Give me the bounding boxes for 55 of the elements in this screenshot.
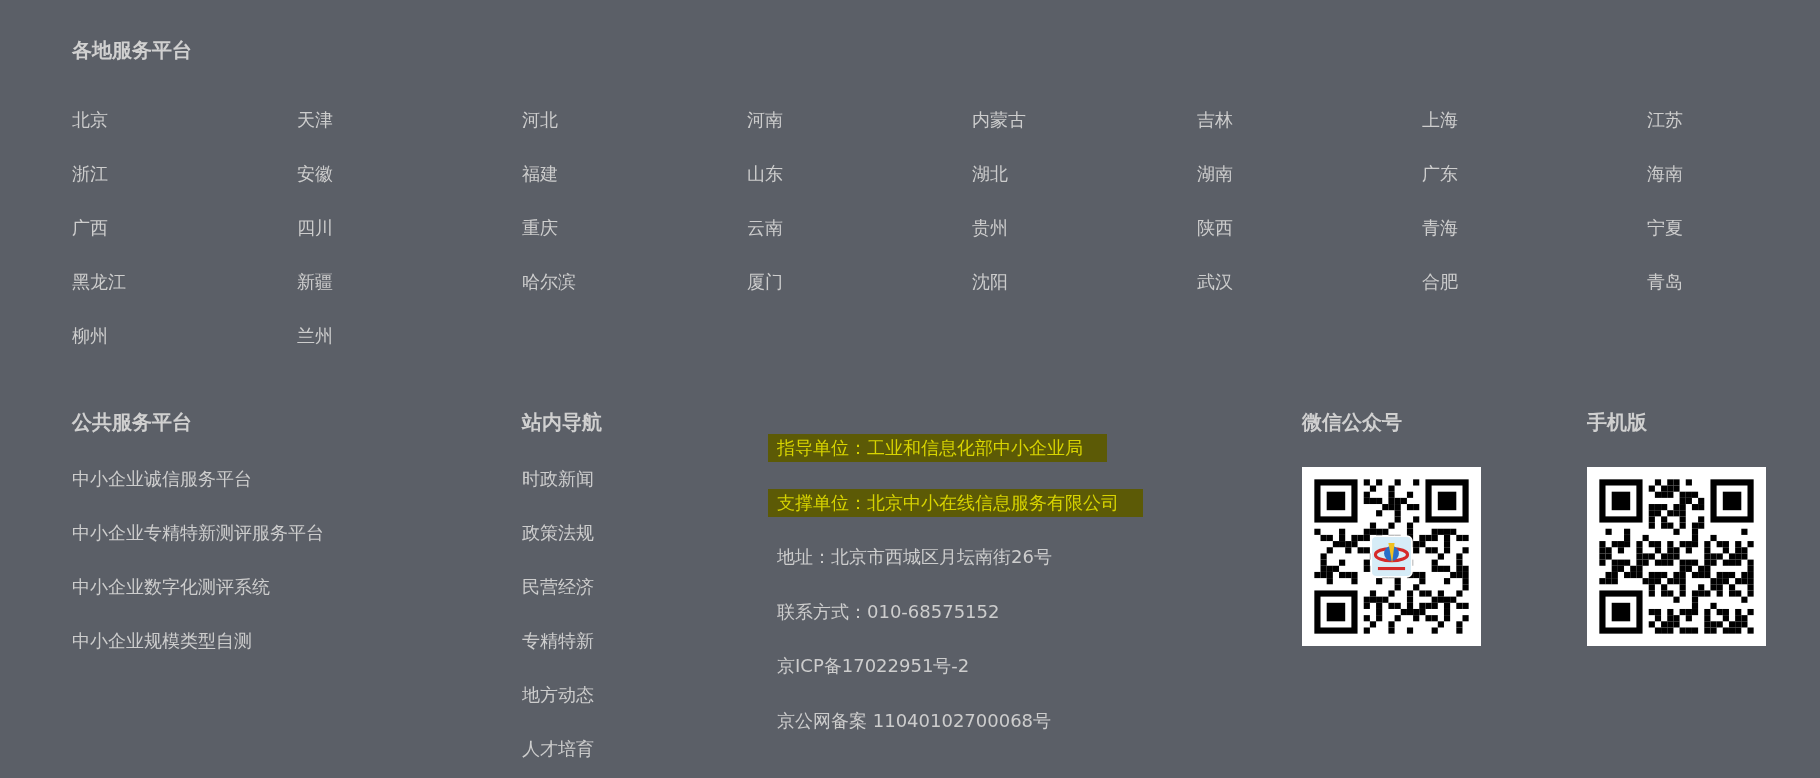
info-text: 支撑单位：北京中小在线信息服务有限公司 (768, 488, 1143, 517)
city-link[interactable]: 内蒙古 (972, 93, 1026, 147)
city-link[interactable]: 浙江 (72, 147, 108, 201)
city-link[interactable]: 云南 (747, 201, 783, 255)
city-link[interactable]: 天津 (297, 93, 333, 147)
city-link[interactable]: 合肥 (1422, 255, 1458, 309)
city-link[interactable]: 海南 (1647, 147, 1683, 201)
city-link[interactable]: 柳州 (72, 309, 108, 363)
city-link[interactable]: 福建 (522, 147, 558, 201)
city-link[interactable]: 山东 (747, 147, 783, 201)
info-text: 京ICP备17022951号-2 (776, 654, 971, 679)
city-link[interactable]: 广西 (72, 201, 108, 255)
section-title: 手机版 (1587, 410, 1647, 434)
city-link[interactable]: 重庆 (522, 201, 558, 255)
city-link[interactable]: 北京 (72, 93, 108, 147)
info-text: 京公网备案 11040102700068号 (776, 708, 1053, 733)
service-link[interactable]: 中小企业数字化测评系统 (72, 560, 270, 614)
city-link[interactable]: 广东 (1422, 147, 1458, 201)
city-link[interactable]: 武汉 (1197, 255, 1233, 309)
service-link[interactable]: 中小企业专精特新测评服务平台 (72, 506, 324, 560)
city-link[interactable]: 哈尔滨 (522, 255, 576, 309)
section-title: 微信公众号 (1302, 410, 1402, 434)
nav-link[interactable]: 人才培育 (522, 722, 594, 776)
city-link[interactable]: 陕西 (1197, 201, 1233, 255)
nav-link[interactable]: 地方动态 (522, 668, 594, 722)
city-link[interactable]: 湖南 (1197, 147, 1233, 201)
section-title: 各地服务平台 (72, 38, 193, 62)
city-link[interactable]: 黑龙江 (72, 255, 126, 309)
service-link[interactable]: 中小企业诚信服务平台 (72, 452, 252, 506)
section-title: 公共服务平台 (72, 410, 192, 434)
city-link[interactable]: 新疆 (297, 255, 333, 309)
city-link[interactable]: 青岛 (1647, 255, 1683, 309)
city-link[interactable]: 四川 (297, 201, 333, 255)
info-text: 指导单位：工业和信息化部中小企业局 (768, 434, 1107, 463)
nav-link[interactable]: 专精特新 (522, 614, 594, 668)
section-title: 站内导航 (522, 410, 602, 434)
city-link[interactable]: 安徽 (297, 147, 333, 201)
info-text: 联系方式：010-68575152 (776, 599, 1001, 624)
city-link[interactable]: 贵州 (972, 201, 1008, 255)
city-link[interactable]: 沈阳 (972, 255, 1008, 309)
city-link[interactable]: 宁夏 (1647, 201, 1683, 255)
city-link[interactable]: 河南 (747, 93, 783, 147)
city-link[interactable]: 吉林 (1197, 93, 1233, 147)
city-link[interactable]: 河北 (522, 93, 558, 147)
city-link[interactable]: 青海 (1422, 201, 1458, 255)
nav-link[interactable]: 民营经济 (522, 560, 594, 614)
info-text: 地址：北京市西城区月坛南街26号 (776, 545, 1053, 570)
nav-link[interactable]: 时政新闻 (522, 452, 594, 506)
city-link[interactable]: 兰州 (297, 309, 333, 363)
city-link[interactable]: 厦门 (747, 255, 783, 309)
service-link[interactable]: 中小企业规模类型自测 (72, 614, 252, 668)
city-link[interactable]: 湖北 (972, 147, 1008, 201)
city-link[interactable]: 江苏 (1647, 93, 1683, 147)
city-link[interactable]: 上海 (1422, 93, 1458, 147)
nav-link[interactable]: 政策法规 (522, 506, 594, 560)
